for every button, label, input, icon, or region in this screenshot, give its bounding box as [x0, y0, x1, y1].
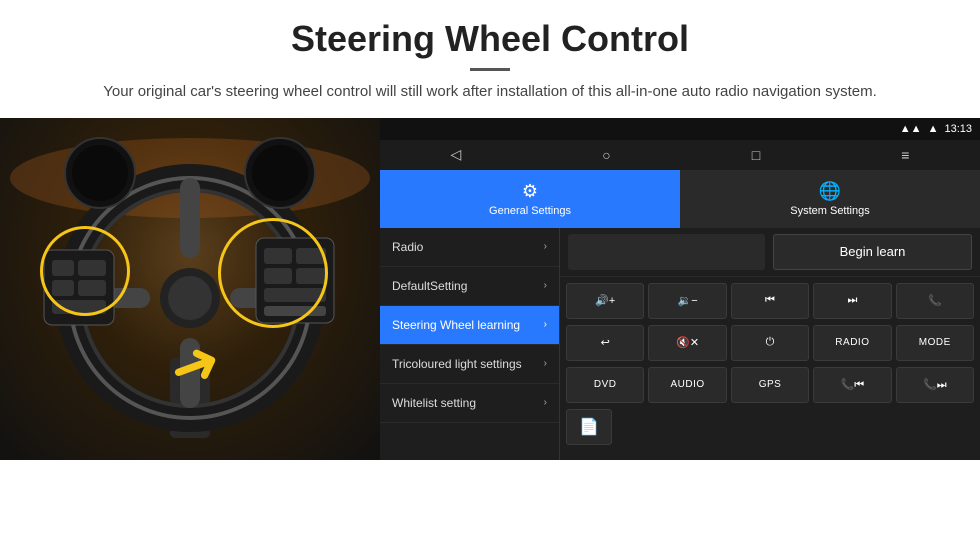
empty-display-box — [568, 234, 765, 270]
prev-track-icon: ⏮ — [765, 294, 775, 307]
begin-learn-button[interactable]: Begin learn — [773, 234, 972, 270]
chevron-icon: › — [544, 319, 547, 330]
menu-item-radio[interactable]: Radio › — [380, 228, 559, 267]
chevron-icon: › — [544, 280, 547, 291]
menu-item-radio-label: Radio — [392, 240, 423, 254]
radio-label: RADIO — [835, 337, 869, 348]
status-time: 13:13 — [944, 123, 972, 135]
phone-button[interactable]: 📞 — [896, 283, 974, 319]
header-section: Steering Wheel Control Your original car… — [0, 0, 980, 118]
left-circle-highlight — [40, 226, 130, 316]
chevron-icon: › — [544, 241, 547, 252]
control-buttons-row3: DVD AUDIO GPS 📞⏮ 📞⏭ — [560, 367, 980, 409]
mute-button[interactable]: 🔇✕ — [648, 325, 726, 361]
page-subtitle: Your original car's steering wheel contr… — [60, 81, 920, 104]
tab-system-label: System Settings — [790, 205, 869, 217]
status-bar: ▲▲ ▲ 13:13 — [380, 118, 980, 140]
right-circle-highlight — [218, 218, 328, 328]
tel-prev-icon: 📞⏮ — [841, 378, 865, 392]
tab-general-settings[interactable]: ⚙ General Settings — [380, 170, 680, 228]
radio-button[interactable]: RADIO — [813, 325, 891, 361]
hang-up-button[interactable]: ↩ — [566, 325, 644, 361]
last-row: 📄 — [560, 409, 980, 451]
menu-item-tricoloured-label: Tricoloured light settings — [392, 357, 522, 371]
menu-item-steering[interactable]: Steering Wheel learning › — [380, 306, 559, 345]
car-background: ➜ — [0, 118, 380, 460]
chevron-icon: › — [544, 358, 547, 369]
recent-button[interactable]: □ — [752, 147, 760, 163]
tab-general-label: General Settings — [489, 205, 571, 217]
signal-icon: ▲▲ — [900, 123, 922, 135]
car-image-area: ➜ — [0, 118, 380, 460]
tab-system-settings[interactable]: 🌐 System Settings — [680, 170, 980, 228]
vol-down-button[interactable]: 🔉− — [648, 283, 726, 319]
gps-button[interactable]: GPS — [731, 367, 809, 403]
file-button[interactable]: 📄 — [566, 409, 612, 445]
back-button[interactable]: ◁ — [451, 146, 462, 163]
menu-item-whitelist[interactable]: Whitelist setting › — [380, 384, 559, 423]
home-button[interactable]: ○ — [602, 147, 610, 163]
page-title: Steering Wheel Control — [60, 18, 920, 60]
android-ui: ▲▲ ▲ 13:13 ◁ ○ □ ≡ ⚙ General Settings 🌐 … — [380, 118, 980, 460]
next-track-icon: ⏭ — [847, 294, 857, 307]
system-icon: 🌐 — [819, 181, 841, 202]
mode-button[interactable]: MODE — [896, 325, 974, 361]
nav-bar: ◁ ○ □ ≡ — [380, 140, 980, 170]
wifi-icon: ▲ — [928, 123, 939, 135]
file-icon: 📄 — [579, 417, 599, 437]
vol-up-icon: 🔊+ — [595, 294, 615, 307]
phone-icon: 📞 — [928, 294, 942, 307]
hang-up-icon: ↩ — [601, 336, 610, 349]
menu-item-default[interactable]: DefaultSetting › — [380, 267, 559, 306]
title-divider — [470, 68, 510, 71]
menu-item-steering-label: Steering Wheel learning — [392, 318, 520, 332]
menu-item-default-label: DefaultSetting — [392, 279, 467, 293]
gear-icon: ⚙ — [522, 181, 538, 202]
bottom-section: ➜ ▲▲ ▲ 13:13 ◁ ○ □ ≡ ⚙ General Settings … — [0, 118, 980, 460]
chevron-icon: › — [544, 397, 547, 408]
begin-learn-row: Begin learn — [560, 228, 980, 277]
right-panel: Begin learn 🔊+ 🔉− ⏮ ⏭ — [560, 228, 980, 460]
left-menu: Radio › DefaultSetting › Steering Wheel … — [380, 228, 560, 460]
mute-icon: 🔇✕ — [676, 336, 699, 349]
tel-next-icon: 📞⏭ — [923, 378, 947, 392]
menu-item-whitelist-label: Whitelist setting — [392, 396, 476, 410]
dvd-button[interactable]: DVD — [566, 367, 644, 403]
control-buttons-row2: ↩ 🔇✕ ⏻ RADIO MODE — [560, 325, 980, 367]
menu-item-tricoloured[interactable]: Tricoloured light settings › — [380, 345, 559, 384]
prev-track-button[interactable]: ⏮ — [731, 283, 809, 319]
next-track-button[interactable]: ⏭ — [813, 283, 891, 319]
tab-bar: ⚙ General Settings 🌐 System Settings — [380, 170, 980, 228]
power-icon: ⏻ — [766, 336, 775, 349]
audio-button[interactable]: AUDIO — [648, 367, 726, 403]
vol-up-button[interactable]: 🔊+ — [566, 283, 644, 319]
content-area: Radio › DefaultSetting › Steering Wheel … — [380, 228, 980, 460]
power-button[interactable]: ⏻ — [731, 325, 809, 361]
tel-next-button[interactable]: 📞⏭ — [896, 367, 974, 403]
tel-prev-button[interactable]: 📞⏮ — [813, 367, 891, 403]
menu-button[interactable]: ≡ — [901, 147, 909, 163]
mode-label: MODE — [919, 337, 951, 348]
control-buttons-row1: 🔊+ 🔉− ⏮ ⏭ 📞 — [560, 277, 980, 325]
vol-down-icon: 🔉− — [678, 294, 698, 307]
